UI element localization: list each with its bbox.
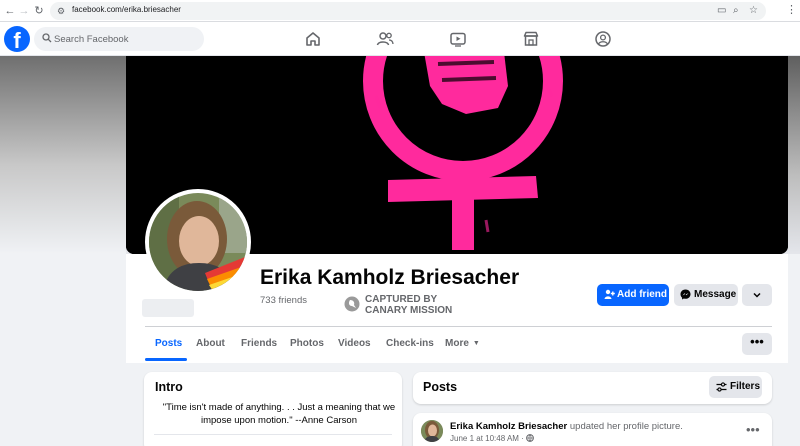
more-profile-options-button[interactable] xyxy=(742,284,772,306)
address-bar[interactable]: ⚙ facebook.com/erika.briesacher xyxy=(50,2,766,20)
tab-more[interactable]: More ▼ xyxy=(445,338,480,349)
post-meta: June 1 at 10:48 AM · xyxy=(450,434,534,443)
cover-backdrop-left xyxy=(0,56,126,254)
add-friend-button[interactable]: Add friend xyxy=(597,284,669,306)
intro-divider xyxy=(154,434,392,435)
post-action-text: updated her profile picture. xyxy=(569,421,683,432)
post-options-icon[interactable]: ••• xyxy=(746,422,760,437)
search-icon xyxy=(42,33,52,43)
intro-title: Intro xyxy=(155,380,183,394)
watch-icon[interactable] xyxy=(448,29,468,49)
tab-more-label: More xyxy=(445,338,469,349)
page-background xyxy=(0,254,126,363)
site-settings-icon[interactable]: ⚙ xyxy=(57,6,65,17)
tab-photos[interactable]: Photos xyxy=(290,338,324,349)
bookmark-star-icon[interactable]: ☆ xyxy=(749,4,758,18)
post-meta-separator: · xyxy=(521,434,524,443)
home-icon[interactable] xyxy=(303,29,323,49)
header-divider xyxy=(145,326,772,327)
avatar-photo-icon xyxy=(149,193,247,291)
groups-icon[interactable] xyxy=(593,29,613,49)
profile-avatar[interactable] xyxy=(145,189,251,295)
messenger-icon xyxy=(680,289,691,300)
filters-icon xyxy=(716,382,727,392)
forward-icon[interactable]: → xyxy=(17,4,31,18)
filters-button[interactable]: Filters xyxy=(709,376,762,398)
friends-icon[interactable] xyxy=(375,29,395,49)
search-box[interactable] xyxy=(34,27,204,51)
more-horizontal-icon: ••• xyxy=(750,334,764,349)
post-header: Erika Kamholz Briesacher updated her pro… xyxy=(450,421,683,432)
message-label: Message xyxy=(694,289,737,300)
add-friend-label: Add friend xyxy=(617,289,667,300)
search-input[interactable] xyxy=(54,27,200,51)
author-photo-icon xyxy=(421,420,443,442)
zoom-icon[interactable]: ⌕ xyxy=(733,4,739,18)
friend-count[interactable]: 733 friends xyxy=(260,295,307,306)
marketplace-icon[interactable] xyxy=(521,29,541,49)
tab-videos[interactable]: Videos xyxy=(338,338,371,349)
caret-down-icon: ▼ xyxy=(472,340,480,347)
badge-line-1: CAPTURED BY xyxy=(365,294,438,305)
tab-check-ins[interactable]: Check-ins xyxy=(386,338,434,349)
filters-label: Filters xyxy=(730,381,761,392)
reload-icon[interactable]: ↻ xyxy=(32,4,46,18)
profile-name: Erika Kamholz Briesacher xyxy=(260,266,520,289)
public-globe-icon xyxy=(526,434,534,442)
badge-line-2: CANARY MISSION xyxy=(365,305,453,316)
tab-friends[interactable]: Friends xyxy=(241,338,277,349)
message-button[interactable]: Message xyxy=(674,284,738,306)
tab-posts[interactable]: Posts xyxy=(155,338,182,349)
back-icon[interactable]: ← xyxy=(3,4,17,18)
post-author-name[interactable]: Erika Kamholz Briesacher xyxy=(450,421,567,432)
canary-badge-icon xyxy=(344,296,360,312)
posts-title: Posts xyxy=(423,380,458,394)
cast-icon[interactable]: ▭ xyxy=(717,4,726,18)
facebook-logo-icon[interactable]: f xyxy=(4,26,30,52)
post-author-avatar[interactable] xyxy=(421,420,443,442)
add-friend-icon xyxy=(604,289,615,299)
profile-menu-button[interactable]: ••• xyxy=(742,333,772,355)
post-timestamp[interactable]: June 1 at 10:48 AM xyxy=(450,434,519,443)
active-tab-indicator xyxy=(145,358,187,361)
facebook-header: f xyxy=(0,22,800,56)
url-text: facebook.com/erika.briesacher xyxy=(72,5,181,14)
tab-about[interactable]: About xyxy=(196,338,225,349)
intro-bio: "Time isn't made of anything. . . Just a… xyxy=(162,402,396,426)
hidden-placeholder-box xyxy=(142,299,194,317)
chevron-down-icon xyxy=(753,292,761,298)
browser-menu-icon[interactable]: ⋮ xyxy=(786,3,797,16)
canary-mission-badge: CAPTURED BY CANARY MISSION xyxy=(365,294,452,316)
browser-toolbar: ← → ↻ ⚙ facebook.com/erika.briesacher ▭ … xyxy=(0,0,800,22)
